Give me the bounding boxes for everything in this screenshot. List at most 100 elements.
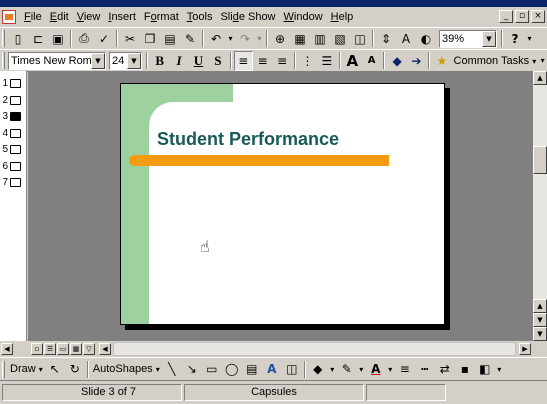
- help-button[interactable]: ?: [505, 29, 525, 49]
- tables-borders-icon[interactable]: ▦: [290, 29, 310, 49]
- open-icon[interactable]: ⊏: [28, 29, 48, 49]
- menu-item-7[interactable]: Window: [280, 8, 327, 26]
- scroll-down-page-icon[interactable]: ▼: [533, 313, 547, 327]
- align-right-icon[interactable]: ≡: [272, 51, 291, 71]
- outline-view-icon[interactable]: ☰: [44, 343, 56, 355]
- align-left-icon[interactable]: ≡: [233, 50, 254, 71]
- outline-slide-2[interactable]: 2: [0, 93, 21, 107]
- toolbar-grip[interactable]: [2, 52, 5, 69]
- font-dropdown-icon[interactable]: ▼: [90, 52, 105, 69]
- dash-style-icon[interactable]: ┅: [415, 359, 435, 379]
- font-color-icon[interactable]: A: [366, 359, 386, 379]
- toolbar-grip[interactable]: [2, 30, 5, 47]
- new-slide-icon[interactable]: ◫: [350, 29, 370, 49]
- slide-canvas[interactable]: Student Performance: [120, 83, 445, 325]
- outline-slide-6[interactable]: 6: [0, 159, 21, 173]
- font-color-dropdown-icon[interactable]: ▾: [386, 359, 395, 379]
- copy-icon[interactable]: ❐: [140, 29, 160, 49]
- redo-dropdown-icon[interactable]: ▾: [255, 29, 264, 49]
- arrow-icon[interactable]: ↘: [182, 359, 202, 379]
- bold-button[interactable]: B: [150, 51, 169, 71]
- hyperlink-icon[interactable]: ⊕: [270, 29, 290, 49]
- redo-icon[interactable]: ↷: [235, 29, 255, 49]
- fill-color-icon[interactable]: ◆: [308, 359, 328, 379]
- line-style-icon[interactable]: ≡: [395, 359, 415, 379]
- underline-button[interactable]: U: [189, 51, 208, 71]
- restore-button[interactable]: ▫: [515, 10, 529, 23]
- draw-menu-button[interactable]: Draw ▾: [8, 363, 45, 375]
- line-icon[interactable]: ╲: [162, 359, 182, 379]
- undo-dropdown-icon[interactable]: ▾: [226, 29, 235, 49]
- paste-icon[interactable]: ▤: [160, 29, 180, 49]
- arrow-style-icon[interactable]: ⇄: [435, 359, 455, 379]
- rectangle-icon[interactable]: ▭: [202, 359, 222, 379]
- grayscale-icon[interactable]: ◐: [416, 29, 436, 49]
- slide-sorter-icon[interactable]: ▦: [70, 343, 82, 355]
- font-select[interactable]: Times New Roman ▼: [7, 51, 106, 70]
- show-formatting-icon[interactable]: A: [396, 29, 416, 49]
- fill-color-dropdown-icon[interactable]: ▾: [328, 359, 337, 379]
- shadow-button[interactable]: S: [208, 51, 227, 71]
- document-icon[interactable]: [2, 10, 16, 24]
- wordart-icon[interactable]: A: [262, 359, 282, 379]
- numbering-icon[interactable]: ⋮: [298, 51, 317, 71]
- outline-slide-7[interactable]: 7: [0, 175, 21, 189]
- cut-icon[interactable]: ✂: [120, 29, 140, 49]
- menu-item-1[interactable]: Edit: [46, 8, 73, 26]
- scroll-down-icon[interactable]: ▼: [533, 327, 547, 341]
- minimize-button[interactable]: _: [499, 10, 513, 23]
- slide-view-icon[interactable]: ▭: [57, 343, 69, 355]
- scroll-up-icon[interactable]: ▲: [533, 71, 547, 85]
- font-size-select[interactable]: 24 ▼: [108, 51, 142, 70]
- toolbar-options-icon[interactable]: ▾: [538, 51, 547, 71]
- oval-icon[interactable]: ◯: [222, 359, 242, 379]
- menu-item-4[interactable]: Format: [140, 8, 183, 26]
- menu-item-0[interactable]: File: [20, 8, 46, 26]
- outline-slide-1[interactable]: 1: [0, 76, 21, 90]
- shadow-icon[interactable]: ▪: [455, 359, 475, 379]
- expand-all-icon[interactable]: ⇕: [376, 29, 396, 49]
- promote-icon[interactable]: ◆: [387, 51, 406, 71]
- toolbar-options-icon[interactable]: ▾: [525, 29, 534, 49]
- new-icon[interactable]: ▯: [8, 29, 28, 49]
- slide-show-icon[interactable]: ▽: [83, 343, 95, 355]
- outline-slide-5[interactable]: 5: [0, 142, 21, 156]
- outline-slide-3[interactable]: 3: [0, 109, 21, 123]
- font-size-dropdown-icon[interactable]: ▼: [127, 52, 141, 69]
- print-icon[interactable]: ⎙: [74, 29, 94, 49]
- star-icon[interactable]: ★: [432, 51, 451, 71]
- common-tasks-button[interactable]: Common Tasks ▾: [452, 55, 539, 67]
- format-painter-icon[interactable]: ✎: [180, 29, 200, 49]
- clip-art-icon[interactable]: ◫: [282, 359, 302, 379]
- toolbar-options-icon[interactable]: ▾: [495, 359, 504, 379]
- decrease-font-size-button[interactable]: A: [362, 51, 381, 71]
- select-objects-icon[interactable]: ↖: [45, 359, 65, 379]
- increase-font-size-button[interactable]: A: [343, 51, 362, 71]
- menu-item-6[interactable]: Slide Show: [216, 8, 279, 26]
- free-rotate-icon[interactable]: ↻: [65, 359, 85, 379]
- toolbar-grip[interactable]: [2, 360, 5, 378]
- vertical-scrollbar[interactable]: ▲ ▲ ▼ ▼: [533, 71, 547, 341]
- scroll-left-icon[interactable]: ◀: [99, 343, 111, 355]
- close-button[interactable]: ×: [531, 10, 545, 23]
- autoshapes-menu-button[interactable]: AutoShapes ▾: [91, 363, 162, 375]
- menu-item-8[interactable]: Help: [327, 8, 358, 26]
- bullets-icon[interactable]: ☰: [317, 51, 336, 71]
- spelling-icon[interactable]: ✓: [94, 29, 114, 49]
- save-icon[interactable]: ▣: [48, 29, 68, 49]
- scroll-thumb[interactable]: [533, 146, 547, 174]
- insert-table-icon[interactable]: ▥: [310, 29, 330, 49]
- center-icon[interactable]: ≡: [253, 51, 272, 71]
- line-color-dropdown-icon[interactable]: ▾: [357, 359, 366, 379]
- 3d-icon[interactable]: ◧: [475, 359, 495, 379]
- text-box-icon[interactable]: ▤: [242, 359, 262, 379]
- demote-icon[interactable]: ➔: [407, 51, 426, 71]
- outline-slide-4[interactable]: 4: [0, 126, 21, 140]
- slide-title[interactable]: Student Performance: [157, 129, 339, 150]
- horizontal-scrollbar[interactable]: [113, 342, 516, 356]
- normal-view-icon[interactable]: ▫: [31, 343, 43, 355]
- menu-item-3[interactable]: Insert: [104, 8, 140, 26]
- zoom-select[interactable]: 39% ▼: [439, 29, 497, 48]
- menu-item-2[interactable]: View: [73, 8, 105, 26]
- scroll-up-page-icon[interactable]: ▲: [533, 299, 547, 313]
